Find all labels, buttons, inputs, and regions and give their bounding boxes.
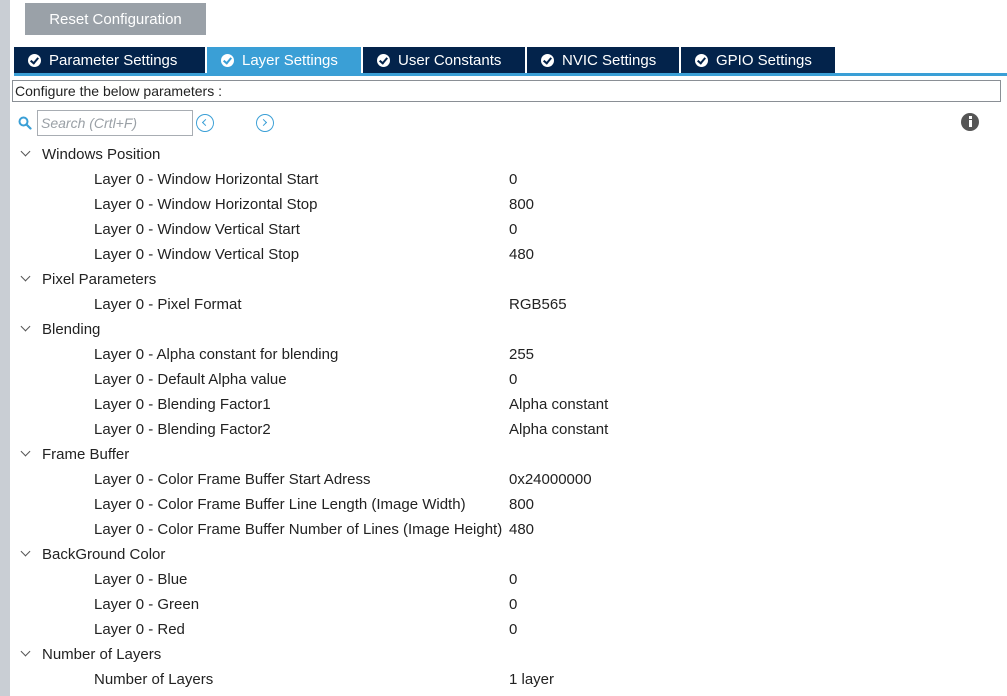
parameter-label: Layer 0 - Blending Factor1: [94, 396, 271, 413]
reset-configuration-button[interactable]: Reset Configuration: [25, 3, 206, 35]
group-label: Frame Buffer: [42, 446, 130, 463]
chevron-down-icon: [20, 546, 31, 557]
parameter-row[interactable]: Layer 0 - Red 0: [18, 617, 1007, 642]
group-windows-position[interactable]: Windows Position: [18, 142, 1007, 167]
group-label: Blending: [42, 321, 101, 338]
parameter-label: Layer 0 - Pixel Format: [94, 296, 242, 313]
parameter-label: Layer 0 - Window Horizontal Stop: [94, 196, 318, 213]
parameter-label: Layer 0 - Green: [94, 596, 200, 613]
parameter-value[interactable]: 0: [509, 592, 517, 617]
parameter-value[interactable]: 0: [509, 367, 517, 392]
tab-label: User Constants: [398, 51, 502, 69]
check-circle-icon: [541, 53, 554, 67]
parameter-value[interactable]: 255: [509, 342, 534, 367]
parameter-row[interactable]: Number of Layers 1 layer: [18, 667, 1007, 692]
settings-tab-bar: Parameter Settings Layer Settings User C…: [14, 47, 1007, 76]
group-label: Windows Position: [42, 146, 161, 163]
parameter-tree: Windows Position Layer 0 - Window Horizo…: [18, 142, 1007, 692]
parameter-value[interactable]: Alpha constant: [509, 417, 608, 442]
tab-layer-settings[interactable]: Layer Settings: [207, 47, 361, 73]
parameter-label: Layer 0 - Alpha constant for blending: [94, 346, 339, 363]
parameter-value[interactable]: 800: [509, 492, 534, 517]
chevron-down-icon: [20, 271, 31, 282]
chevron-down-icon: [20, 446, 31, 457]
configure-parameters-bar: Configure the below parameters :: [12, 80, 1001, 102]
parameter-value[interactable]: 480: [509, 517, 534, 542]
parameter-row[interactable]: Layer 0 - Blending Factor2 Alpha constan…: [18, 417, 1007, 442]
parameter-value[interactable]: Alpha constant: [509, 392, 608, 417]
parameter-row[interactable]: Layer 0 - Color Frame Buffer Number of L…: [18, 517, 1007, 542]
check-circle-icon: [28, 53, 41, 67]
chevron-down-icon: [20, 646, 31, 657]
parameter-value[interactable]: 480: [509, 242, 534, 267]
parameter-label: Layer 0 - Window Vertical Stop: [94, 246, 300, 263]
parameter-row[interactable]: Layer 0 - Window Vertical Start 0: [18, 217, 1007, 242]
parameter-label: Layer 0 - Default Alpha value: [94, 371, 287, 388]
group-frame-buffer[interactable]: Frame Buffer: [18, 442, 1007, 467]
parameter-row[interactable]: Layer 0 - Pixel Format RGB565: [18, 292, 1007, 317]
chevron-down-icon: [20, 146, 31, 157]
group-number-of-layers[interactable]: Number of Layers: [18, 642, 1007, 667]
tab-nvic-settings[interactable]: NVIC Settings: [527, 47, 679, 73]
parameter-row[interactable]: Layer 0 - Window Horizontal Stop 800: [18, 192, 1007, 217]
parameter-row[interactable]: Layer 0 - Default Alpha value 0: [18, 367, 1007, 392]
parameter-label: Layer 0 - Window Horizontal Start: [94, 171, 319, 188]
parameter-value[interactable]: 1 layer: [509, 667, 554, 692]
tab-label: Layer Settings: [242, 51, 338, 69]
parameter-label: Layer 0 - Color Frame Buffer Start Adres…: [94, 471, 371, 488]
chevron-down-icon: [20, 321, 31, 332]
circle-chevron-left-icon[interactable]: [196, 114, 214, 132]
group-label: Number of Layers: [42, 646, 162, 663]
search-toolbar: [18, 110, 1007, 136]
parameter-label: Layer 0 - Window Vertical Start: [94, 221, 300, 238]
search-icon[interactable]: [18, 116, 32, 130]
parameter-row[interactable]: Layer 0 - Window Horizontal Start 0: [18, 167, 1007, 192]
group-pixel-parameters[interactable]: Pixel Parameters: [18, 267, 1007, 292]
circle-chevron-right-icon[interactable]: [256, 114, 274, 132]
parameter-label: Layer 0 - Red: [94, 621, 185, 638]
group-background-color[interactable]: BackGround Color: [18, 542, 1007, 567]
parameter-value[interactable]: RGB565: [509, 292, 567, 317]
parameter-value[interactable]: 800: [509, 192, 534, 217]
parameter-label: Layer 0 - Blending Factor2: [94, 421, 271, 438]
parameter-row[interactable]: Layer 0 - Blue 0: [18, 567, 1007, 592]
parameter-row[interactable]: Layer 0 - Color Frame Buffer Line Length…: [18, 492, 1007, 517]
parameter-row[interactable]: Layer 0 - Green 0: [18, 592, 1007, 617]
check-circle-icon: [221, 53, 234, 67]
parameter-value[interactable]: 0: [509, 167, 517, 192]
parameter-value[interactable]: 0x24000000: [509, 467, 592, 492]
parameter-value[interactable]: 0: [509, 617, 517, 642]
tab-label: GPIO Settings: [716, 51, 812, 69]
group-blending[interactable]: Blending: [18, 317, 1007, 342]
tab-parameter-settings[interactable]: Parameter Settings: [14, 47, 205, 73]
check-circle-icon: [377, 53, 390, 67]
parameter-label: Layer 0 - Color Frame Buffer Line Length…: [94, 496, 466, 513]
tab-label: Parameter Settings: [49, 51, 178, 69]
left-panel-edge: [0, 0, 10, 696]
tab-gpio-settings[interactable]: GPIO Settings: [681, 47, 835, 73]
group-label: BackGround Color: [42, 546, 166, 563]
parameter-row[interactable]: Layer 0 - Color Frame Buffer Start Adres…: [18, 467, 1007, 492]
search-input[interactable]: [37, 110, 193, 136]
tab-label: NVIC Settings: [562, 51, 657, 69]
configure-parameters-label: Configure the below parameters :: [15, 83, 222, 99]
tab-user-constants[interactable]: User Constants: [363, 47, 525, 73]
parameter-label: Layer 0 - Blue: [94, 571, 188, 588]
parameter-value[interactable]: 0: [509, 217, 517, 242]
parameter-row[interactable]: Layer 0 - Alpha constant for blending 25…: [18, 342, 1007, 367]
parameter-label: Number of Layers: [94, 671, 214, 688]
info-icon[interactable]: [961, 113, 979, 131]
check-circle-icon: [695, 53, 708, 67]
group-label: Pixel Parameters: [42, 271, 157, 288]
parameter-row[interactable]: Layer 0 - Blending Factor1 Alpha constan…: [18, 392, 1007, 417]
parameter-value[interactable]: 0: [509, 567, 517, 592]
parameter-label: Layer 0 - Color Frame Buffer Number of L…: [94, 521, 503, 538]
parameter-row[interactable]: Layer 0 - Window Vertical Stop 480: [18, 242, 1007, 267]
